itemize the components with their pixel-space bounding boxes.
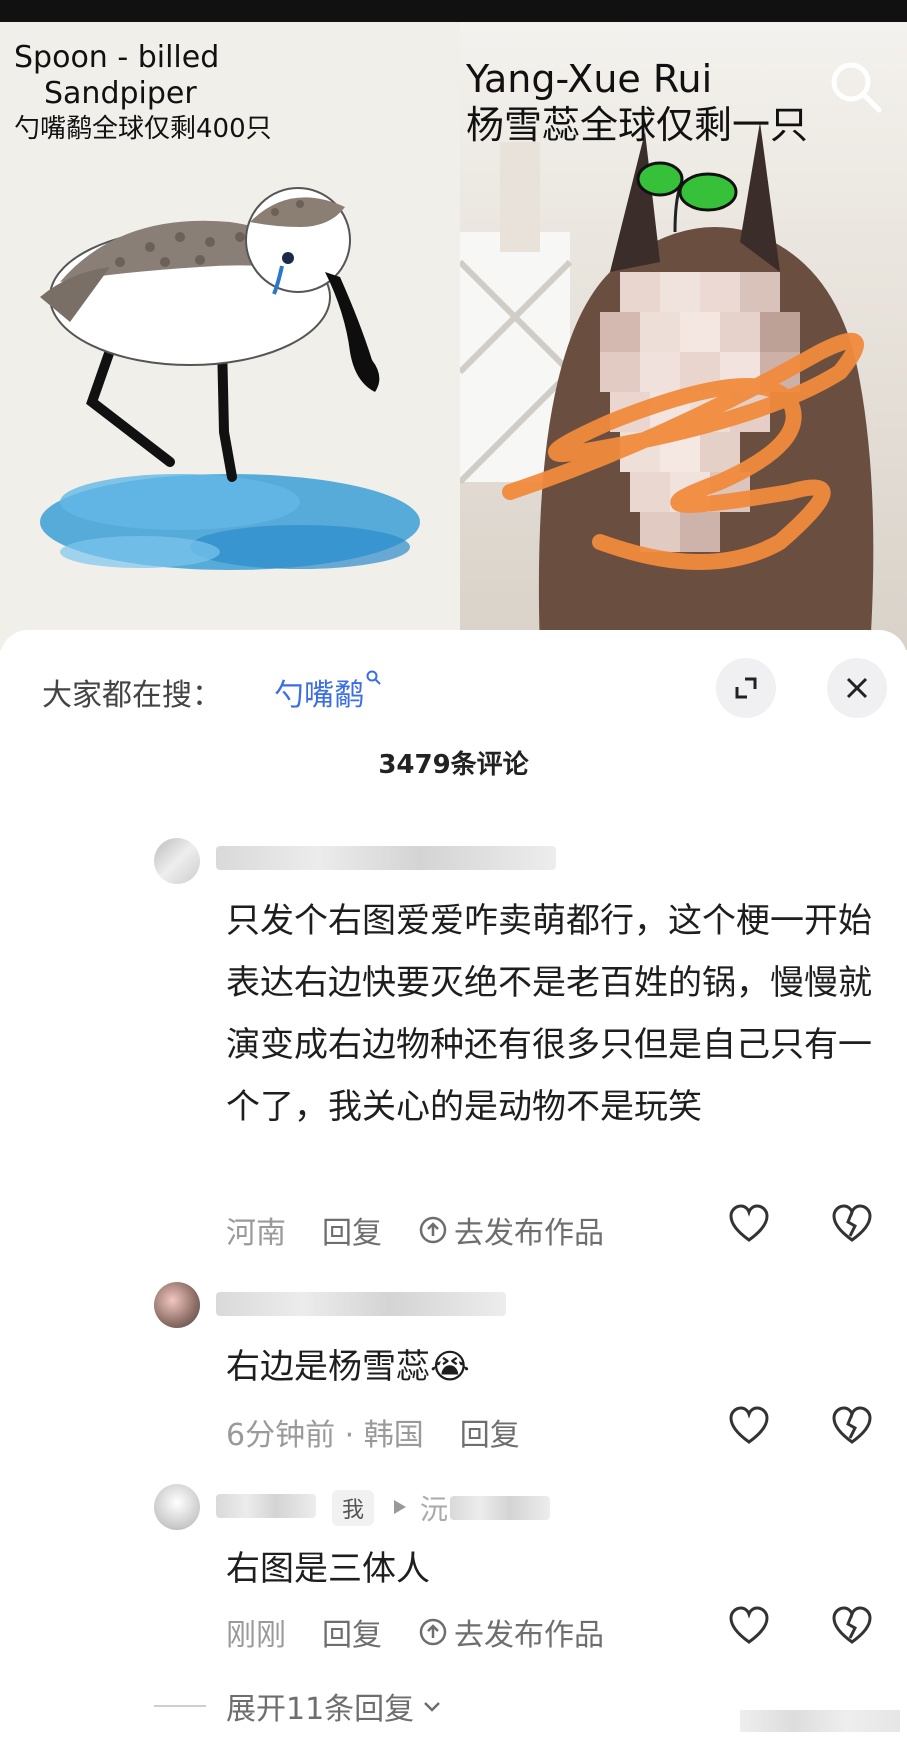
reply-button[interactable]: 回复 [322, 1208, 382, 1252]
comment-time-location: 6分钟前 · 韩国 [226, 1418, 424, 1453]
comment-count: 3479条评论 [378, 750, 529, 780]
bird-caption: Spoon - billed Sandpiper 勺嘴鹬全球仅剩400只 [14, 40, 272, 146]
video-frame[interactable]: Spoon - billed Sandpiper 勺嘴鹬全球仅剩400只 Yan… [0, 22, 907, 650]
reply-target-name[interactable]: 沅 [420, 1488, 448, 1528]
publish-work-button[interactable]: 去发布作品 [418, 1610, 604, 1654]
reply-button[interactable]: 回复 [460, 1410, 520, 1454]
search-icon [366, 670, 381, 685]
caption-line-2: Sandpiper [44, 76, 197, 111]
close-icon [846, 677, 868, 699]
trending-search-label: 大家都在搜： [42, 678, 222, 713]
comment-meta: 河南 回复 去发布作品 [226, 1208, 604, 1252]
expand-icon [735, 677, 757, 699]
expand-divider [154, 1705, 206, 1707]
expand-button[interactable] [716, 658, 776, 718]
username-blurred[interactable] [216, 1292, 506, 1316]
self-tag: 我 [332, 1490, 375, 1526]
upload-icon [419, 1618, 447, 1646]
comment-meta: 刚刚 回复 去发布作品 [226, 1610, 604, 1654]
comment-text: 右边是杨雪蕊😭 [226, 1336, 726, 1398]
caption-right-line-2: 杨雪蕊全球仅剩一只 [466, 103, 809, 147]
comment-time: 刚刚 [226, 1618, 286, 1653]
trending-search-link[interactable]: 勺嘴鹬 [274, 670, 382, 714]
heart-icon[interactable] [727, 1404, 771, 1448]
watermark-blurred [740, 1710, 900, 1732]
broken-heart-icon[interactable] [830, 1404, 874, 1448]
broken-heart-icon[interactable] [830, 1604, 874, 1648]
heart-icon[interactable] [727, 1202, 771, 1246]
upload-icon [419, 1216, 447, 1244]
comment-meta: 6分钟前 · 韩国 回复 [226, 1410, 520, 1454]
publish-work-label[interactable]: 去发布作品 [454, 1610, 604, 1654]
comment-location: 河南 [226, 1216, 286, 1251]
status-bar [0, 0, 907, 22]
crying-emoji: 😭 [430, 1347, 470, 1387]
avatar[interactable] [154, 1282, 200, 1328]
trending-search-query[interactable]: 勺嘴鹬 [274, 678, 364, 713]
comment-text: 右图是三体人 [226, 1549, 430, 1589]
heart-icon[interactable] [727, 1604, 771, 1648]
publish-work-label[interactable]: 去发布作品 [454, 1208, 604, 1252]
caption-line-1: Spoon - billed [14, 40, 220, 75]
avatar[interactable] [154, 1484, 200, 1530]
expand-replies-button[interactable]: 展开11条回复 [154, 1684, 444, 1728]
chevron-down-icon [424, 1702, 441, 1712]
expand-replies-label[interactable]: 展开11条回复 [226, 1684, 414, 1728]
caption-line-3: 勺嘴鹬全球仅剩400只 [14, 114, 272, 144]
comment-text: 只发个右图爱爱咋卖萌都行，这个梗一开始表达右边快要灭绝不是老百姓的锅，慢慢就演变… [226, 901, 872, 1127]
publish-work-button[interactable]: 去发布作品 [418, 1208, 604, 1252]
close-button[interactable] [827, 658, 887, 718]
avatar[interactable] [154, 838, 200, 884]
play-icon [394, 1500, 406, 1514]
caption-right-line-1: Yang-Xue Rui [466, 57, 713, 101]
comment-text-body: 右边是杨雪蕊 [226, 1347, 430, 1387]
username-blurred[interactable] [216, 846, 556, 870]
broken-heart-icon[interactable] [830, 1202, 874, 1246]
reply-button[interactable]: 回复 [322, 1610, 382, 1654]
search-icon[interactable] [825, 56, 885, 116]
username-blurred[interactable] [216, 1494, 316, 1518]
reply-target-blurred [450, 1496, 550, 1520]
selfie-caption: Yang-Xue Rui 杨雪蕊全球仅剩一只 [466, 56, 808, 148]
